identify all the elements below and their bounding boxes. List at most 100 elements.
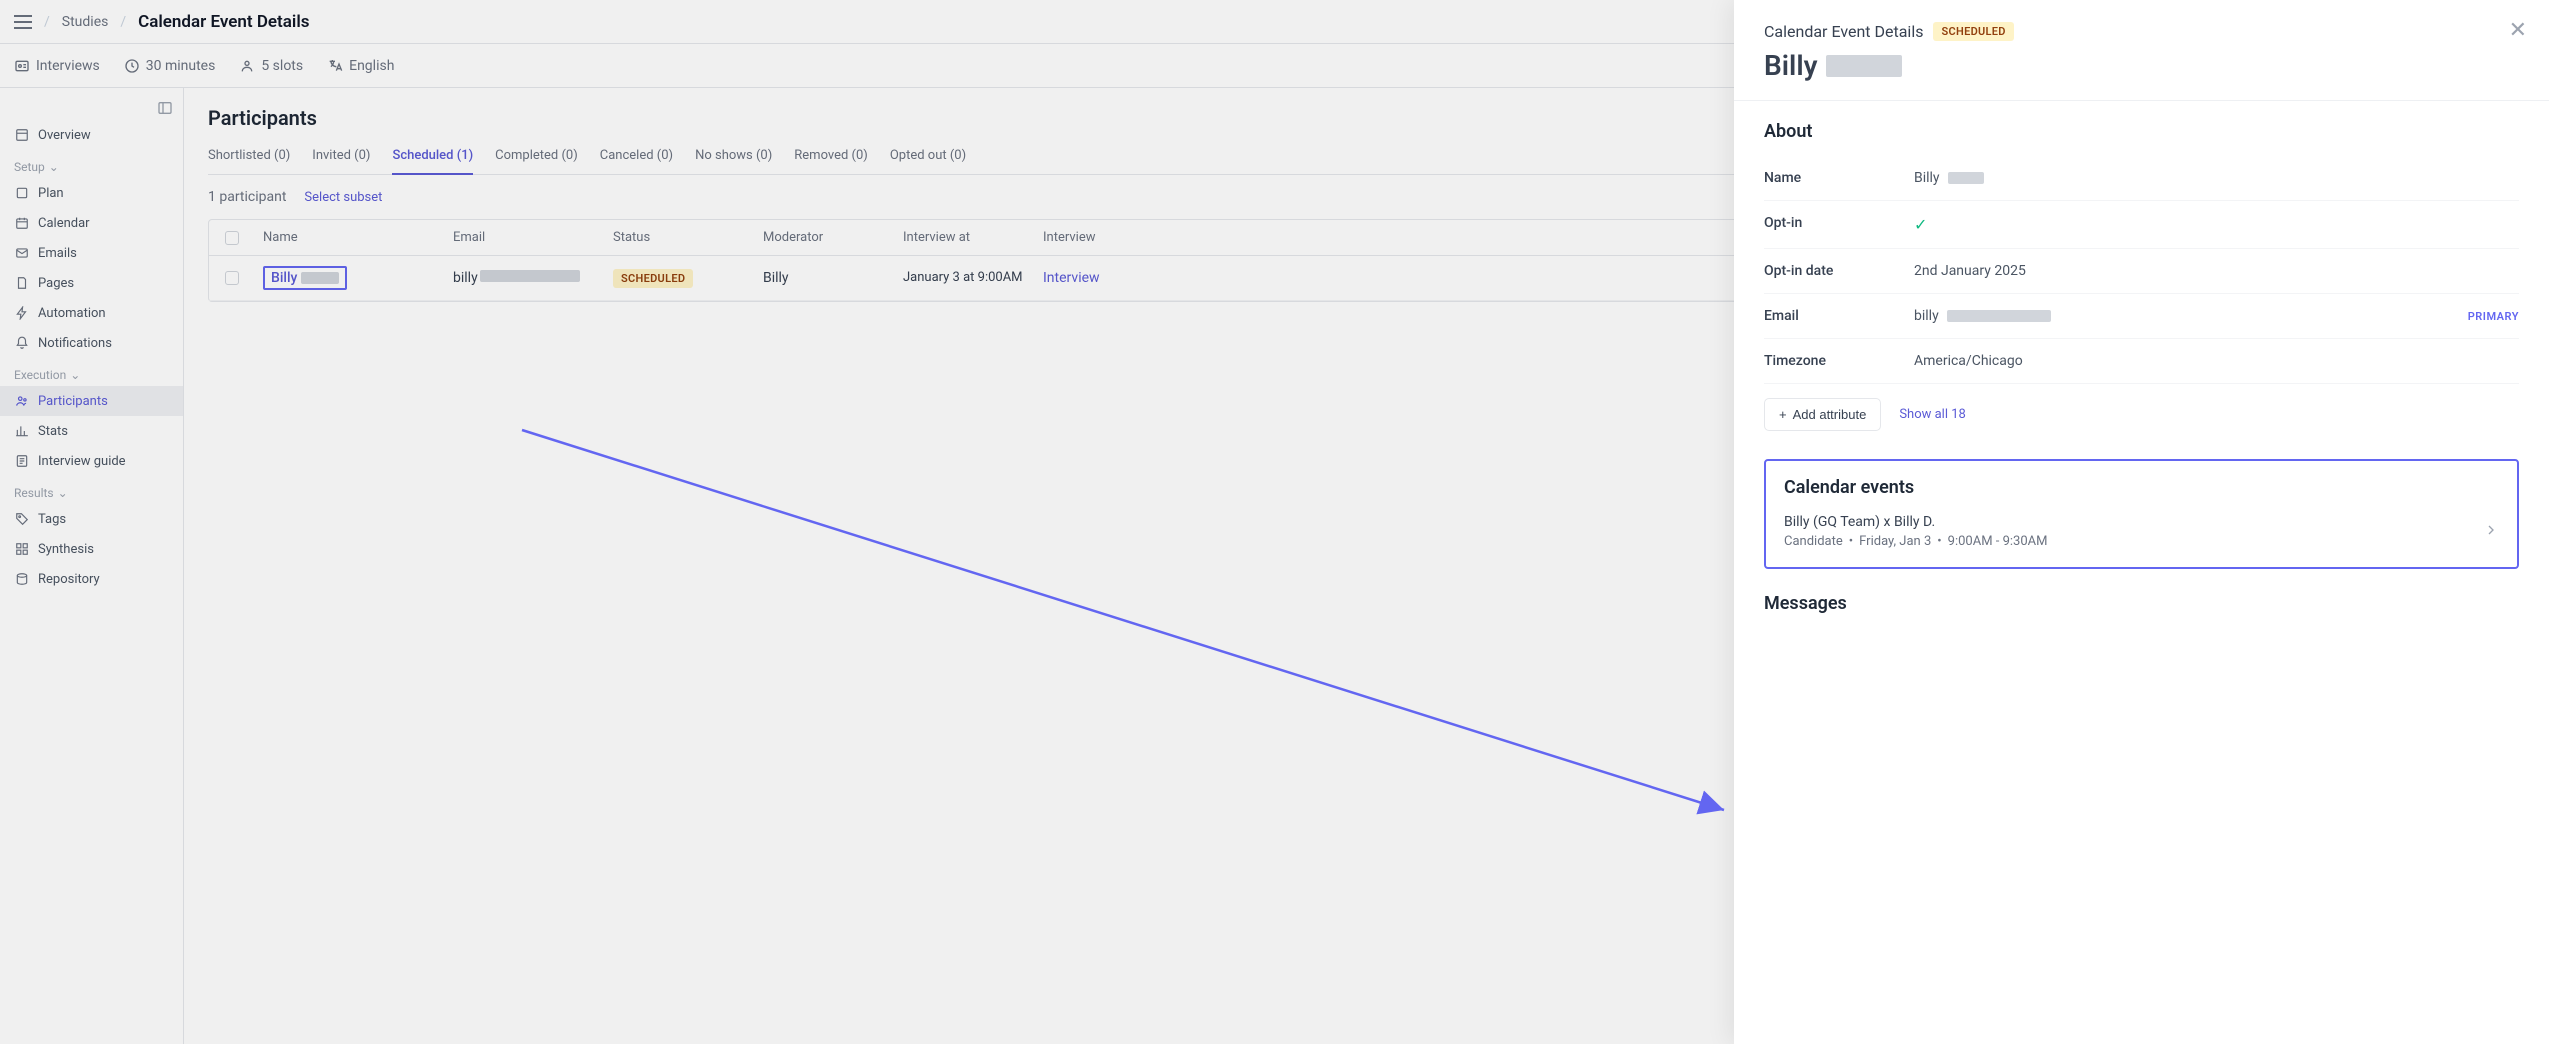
tab-no-shows[interactable]: No shows (0)	[695, 148, 772, 174]
context-slots[interactable]: 5 slots	[239, 58, 303, 74]
col-moderator: Moderator	[755, 230, 895, 245]
sidebar-item-repository[interactable]: Repository	[0, 564, 183, 594]
details-drawer: ✕ Calendar Event Details SCHEDULED Billy…	[1734, 0, 2549, 1044]
sidebar-item-label: Notifications	[38, 336, 112, 351]
drawer-title: Calendar Event Details	[1764, 22, 1923, 41]
clock-icon	[124, 58, 140, 74]
sidebar-item-label: Tags	[38, 512, 66, 527]
row-checkbox[interactable]	[225, 271, 239, 285]
participants-icon	[14, 393, 30, 409]
sidebar-item-plan[interactable]: Plan	[0, 178, 183, 208]
sidebar-item-label: Synthesis	[38, 542, 94, 557]
sidebar-item-overview[interactable]: Overview	[0, 120, 183, 150]
context-language-label: English	[349, 58, 394, 74]
tag-icon	[14, 511, 30, 527]
attr-label: Opt-in date	[1764, 263, 1914, 279]
attr-value: Billy	[1914, 170, 2519, 186]
participant-name-highlighted[interactable]: Billy	[263, 266, 347, 290]
col-interview-at: Interview at	[895, 230, 1035, 245]
automation-icon	[14, 305, 30, 321]
cell-email: billy	[445, 270, 605, 286]
calendar-icon	[14, 215, 30, 231]
context-language[interactable]: English	[327, 58, 394, 74]
sidebar-section-setup[interactable]: Setup ⌄	[0, 150, 183, 178]
show-all-link[interactable]: Show all 18	[1899, 407, 1966, 422]
attr-row-optin-date: Opt-in date 2nd January 2025	[1764, 249, 2519, 294]
redacted-text	[1947, 310, 2051, 322]
redacted-text	[301, 272, 339, 284]
sidebar-item-label: Pages	[38, 276, 74, 291]
mail-icon	[14, 245, 30, 261]
add-attribute-button[interactable]: + Add attribute	[1764, 398, 1881, 431]
attr-label: Email	[1764, 308, 1914, 324]
tab-removed[interactable]: Removed (0)	[794, 148, 868, 174]
select-all-checkbox[interactable]	[225, 231, 239, 245]
participant-name-link[interactable]: Billy	[271, 270, 297, 286]
sidebar-item-emails[interactable]: Emails	[0, 238, 183, 268]
sidebar-item-pages[interactable]: Pages	[0, 268, 183, 298]
tab-invited[interactable]: Invited (0)	[312, 148, 370, 174]
context-interviews[interactable]: Interviews	[14, 58, 100, 74]
sidebar-item-participants[interactable]: Participants	[0, 386, 183, 416]
calendar-event-item[interactable]: Billy (GQ Team) x Billy D. Candidate•Fri…	[1784, 514, 2499, 549]
sidebar-item-automation[interactable]: Automation	[0, 298, 183, 328]
tab-canceled[interactable]: Canceled (0)	[600, 148, 673, 174]
sidebar: Overview Setup ⌄ Plan Calendar Emails Pa…	[0, 88, 184, 1044]
sidebar-item-notifications[interactable]: Notifications	[0, 328, 183, 358]
sidebar-collapse-icon[interactable]	[157, 100, 173, 120]
attr-value: 2nd January 2025	[1914, 263, 2519, 279]
interview-link[interactable]: Interview	[1043, 270, 1100, 286]
attr-row-timezone: Timezone America/Chicago	[1764, 339, 2519, 384]
sidebar-item-label: Calendar	[38, 216, 90, 231]
about-heading: About	[1764, 121, 2519, 142]
attr-row-email: Email billy PRIMARY	[1764, 294, 2519, 339]
pages-icon	[14, 275, 30, 291]
guide-icon	[14, 453, 30, 469]
check-icon: ✓	[1914, 215, 1927, 234]
context-duration-label: 30 minutes	[146, 58, 216, 74]
attr-value: billy PRIMARY	[1914, 308, 2519, 324]
calendar-events-section-highlighted: Calendar events Billy (GQ Team) x Billy …	[1764, 459, 2519, 569]
drawer-participant-name: Billy	[1764, 49, 2519, 82]
interview-icon	[14, 58, 30, 74]
hamburger-menu-icon[interactable]	[14, 15, 32, 29]
plan-icon	[14, 185, 30, 201]
plus-icon: +	[1779, 407, 1787, 422]
tab-scheduled[interactable]: Scheduled (1)	[392, 148, 473, 175]
status-badge: SCHEDULED	[613, 269, 693, 288]
tab-completed[interactable]: Completed (0)	[495, 148, 578, 174]
breadcrumb-studies[interactable]: Studies	[62, 14, 109, 30]
sidebar-item-calendar[interactable]: Calendar	[0, 208, 183, 238]
tab-opted-out[interactable]: Opted out (0)	[890, 148, 966, 174]
select-subset-link[interactable]: Select subset	[304, 190, 382, 205]
repository-icon	[14, 571, 30, 587]
context-duration[interactable]: 30 minutes	[124, 58, 216, 74]
redacted-text	[1948, 172, 1984, 184]
sidebar-item-stats[interactable]: Stats	[0, 416, 183, 446]
bell-icon	[14, 335, 30, 351]
sidebar-item-label: Automation	[38, 306, 106, 321]
person-icon	[239, 58, 255, 74]
attr-value: ✓	[1914, 215, 2519, 234]
attr-label: Opt-in	[1764, 215, 1914, 234]
calendar-event-title: Billy (GQ Team) x Billy D.	[1784, 514, 2483, 530]
sidebar-item-label: Interview guide	[38, 454, 126, 469]
breadcrumb-sep: /	[44, 14, 50, 30]
sidebar-item-interview-guide[interactable]: Interview guide	[0, 446, 183, 476]
attr-value: America/Chicago	[1914, 353, 2519, 369]
primary-badge: PRIMARY	[2468, 310, 2519, 323]
sidebar-section-execution[interactable]: Execution⌄	[0, 358, 183, 386]
close-icon[interactable]: ✕	[2509, 18, 2527, 43]
sidebar-item-label: Participants	[38, 394, 108, 409]
sidebar-item-tags[interactable]: Tags	[0, 504, 183, 534]
tab-shortlisted[interactable]: Shortlisted (0)	[208, 148, 290, 174]
redacted-text	[1826, 55, 1902, 77]
breadcrumb-sep: /	[120, 14, 126, 30]
calendar-events-heading: Calendar events	[1784, 477, 2499, 498]
sidebar-item-label: Repository	[38, 572, 100, 587]
sidebar-item-synthesis[interactable]: Synthesis	[0, 534, 183, 564]
sidebar-item-label: Stats	[38, 424, 68, 439]
sidebar-section-results[interactable]: Results⌄	[0, 476, 183, 504]
col-email: Email	[445, 230, 605, 245]
chevron-down-icon: ⌄	[70, 368, 80, 382]
